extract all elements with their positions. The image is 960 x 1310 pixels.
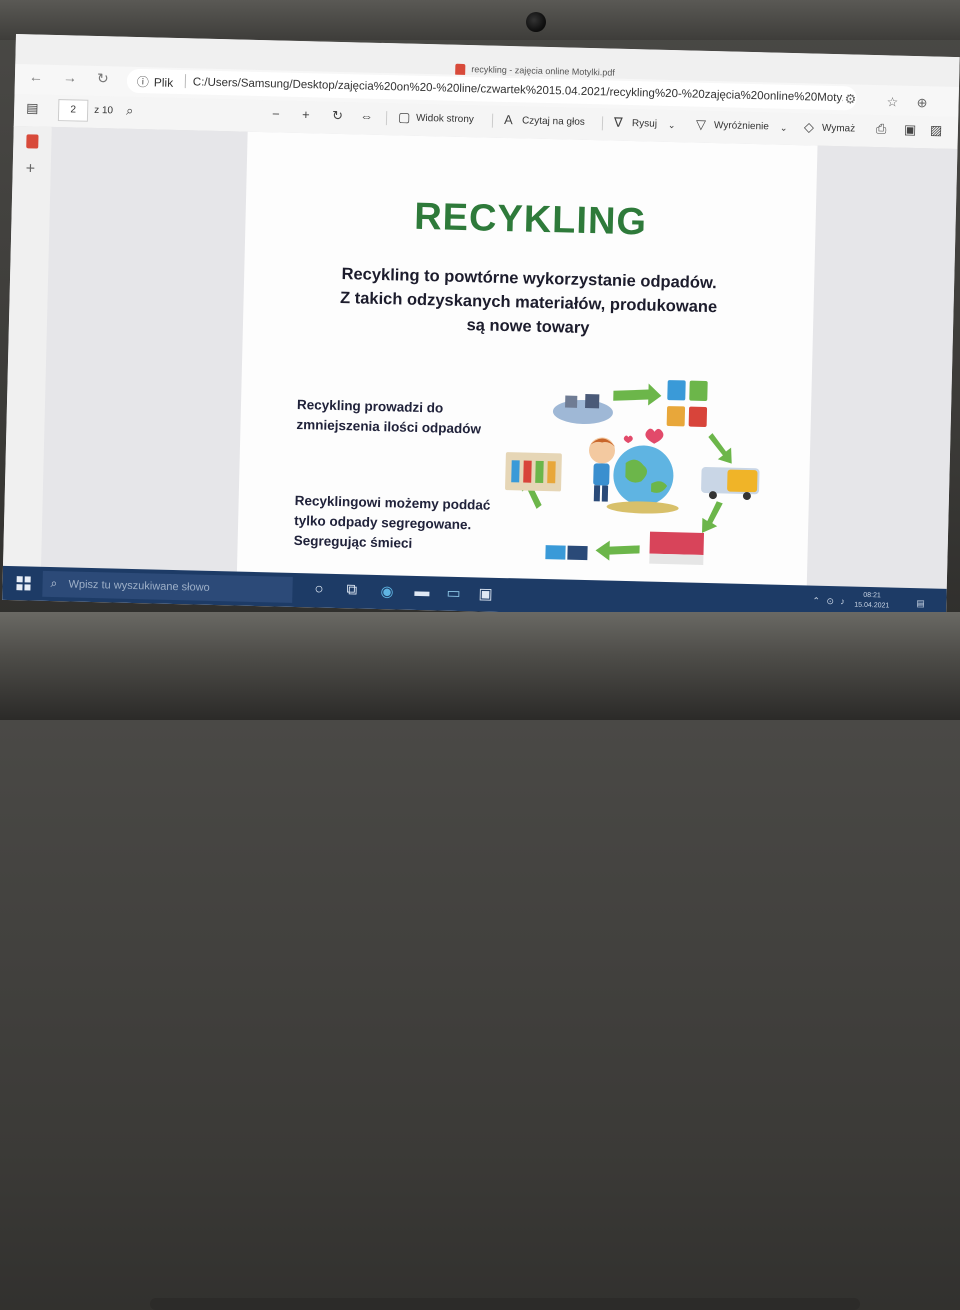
- fit-page-icon[interactable]: ⇔: [360, 108, 373, 123]
- zoom-in-icon[interactable]: +: [302, 107, 310, 122]
- bus-illustration: [701, 466, 760, 500]
- page-view-icon[interactable]: ▢: [398, 109, 411, 125]
- address-separator: [184, 74, 187, 89]
- volume-icon[interactable]: ♪: [840, 596, 845, 606]
- recycling-bins: [666, 380, 708, 427]
- network-icon[interactable]: ⊙: [826, 596, 834, 607]
- laptop-base: [0, 612, 960, 1310]
- search-placeholder: Wpisz tu wyszukiwane słowo: [68, 578, 210, 594]
- save-icon[interactable]: ▣: [904, 122, 917, 138]
- file-explorer-icon[interactable]: ▬: [414, 583, 429, 600]
- windows-start-icon[interactable]: [16, 576, 31, 591]
- pdf-tab-icon[interactable]: [26, 134, 39, 149]
- chevron-down-icon[interactable]: ⌄: [668, 120, 676, 131]
- recycling-illustration: [505, 380, 760, 565]
- chevron-down-icon[interactable]: ⌄: [780, 123, 788, 134]
- eraser-icon[interactable]: ◇: [804, 119, 814, 135]
- toolbar-divider: [385, 111, 388, 126]
- erase-button[interactable]: Wymaż: [822, 123, 856, 135]
- laptop-hinge: [150, 1298, 860, 1310]
- store-icon[interactable]: ▣: [478, 584, 493, 602]
- mail-icon[interactable]: ▭: [446, 584, 461, 602]
- laptop-bezel: [0, 0, 960, 40]
- cortana-icon[interactable]: ○: [314, 580, 323, 597]
- child-figure: [589, 437, 616, 502]
- page-heading: RECYKLING: [413, 195, 648, 244]
- toolbar-divider: [491, 113, 494, 128]
- task-view-icon[interactable]: ⧉: [346, 581, 357, 598]
- chevron-up-icon[interactable]: ⌃: [812, 596, 820, 607]
- new-tab-icon[interactable]: +: [25, 160, 36, 178]
- notifications-icon[interactable]: ▤: [916, 598, 925, 609]
- earth-character: [606, 445, 679, 514]
- clock-date: 15.04.2021: [854, 601, 890, 610]
- rotate-icon[interactable]: ↻: [332, 108, 343, 124]
- contents-icon[interactable]: ▤: [26, 100, 39, 116]
- heart-icons: [623, 428, 664, 444]
- page-number-input[interactable]: 2: [57, 99, 89, 122]
- document-viewer[interactable]: RECYKLING Recykling to powtórne wykorzys…: [40, 126, 958, 589]
- zoom-out-icon[interactable]: −: [272, 106, 280, 121]
- forward-icon[interactable]: →: [63, 69, 77, 85]
- collections-icon[interactable]: ⊕: [916, 95, 927, 111]
- refresh-icon[interactable]: ↻: [97, 70, 109, 87]
- back-icon[interactable]: ←: [29, 68, 43, 84]
- screen: recykling - zajęcia online Motylki.pdf ←…: [2, 34, 960, 623]
- read-aloud-icon[interactable]: A: [504, 112, 513, 127]
- search-icon[interactable]: ⌕: [126, 103, 134, 119]
- favorites-icon[interactable]: ☆: [886, 94, 898, 110]
- garbage-pile: [552, 394, 613, 424]
- file-scheme-label: Plik: [153, 75, 174, 90]
- paragraph-reduction: Recykling prowadzi do zmniejszenia ilośc…: [296, 396, 482, 437]
- page-subtitle: Recykling to powtórne wykorzystanie odpa…: [293, 261, 765, 344]
- highlight-button[interactable]: Wyróżnienie: [714, 120, 769, 132]
- paragraph-segregation: Recyklingowi możemy poddać tylko odpady …: [293, 492, 491, 551]
- pdf-page: RECYKLING Recykling to powtórne wykorzys…: [236, 131, 818, 586]
- draw-icon[interactable]: ∇: [614, 115, 623, 131]
- taskbar-clock[interactable]: 08:21 15.04.2021: [854, 591, 890, 612]
- info-icon[interactable]: ⓘ: [137, 73, 149, 90]
- page-total: z 10: [94, 104, 114, 117]
- search-icon: ⌕: [50, 576, 58, 591]
- edge-icon[interactable]: ◉: [380, 582, 394, 600]
- save-as-icon[interactable]: ▨: [930, 122, 943, 138]
- read-aloud-button[interactable]: Czytaj na głos: [522, 115, 585, 128]
- highlight-icon[interactable]: ▽: [696, 117, 706, 133]
- page-view-button[interactable]: Widok strony: [416, 113, 474, 125]
- webcam: [526, 12, 546, 32]
- print-icon[interactable]: ⎙: [876, 121, 887, 137]
- toolbar-divider: [601, 116, 604, 131]
- draw-button[interactable]: Rysuj: [632, 118, 657, 130]
- read-mode-icon[interactable]: ⚙: [844, 91, 856, 107]
- taskbar-search[interactable]: ⌕ Wpisz tu wyszukiwane słowo: [42, 570, 293, 603]
- recycled-products: [505, 452, 562, 492]
